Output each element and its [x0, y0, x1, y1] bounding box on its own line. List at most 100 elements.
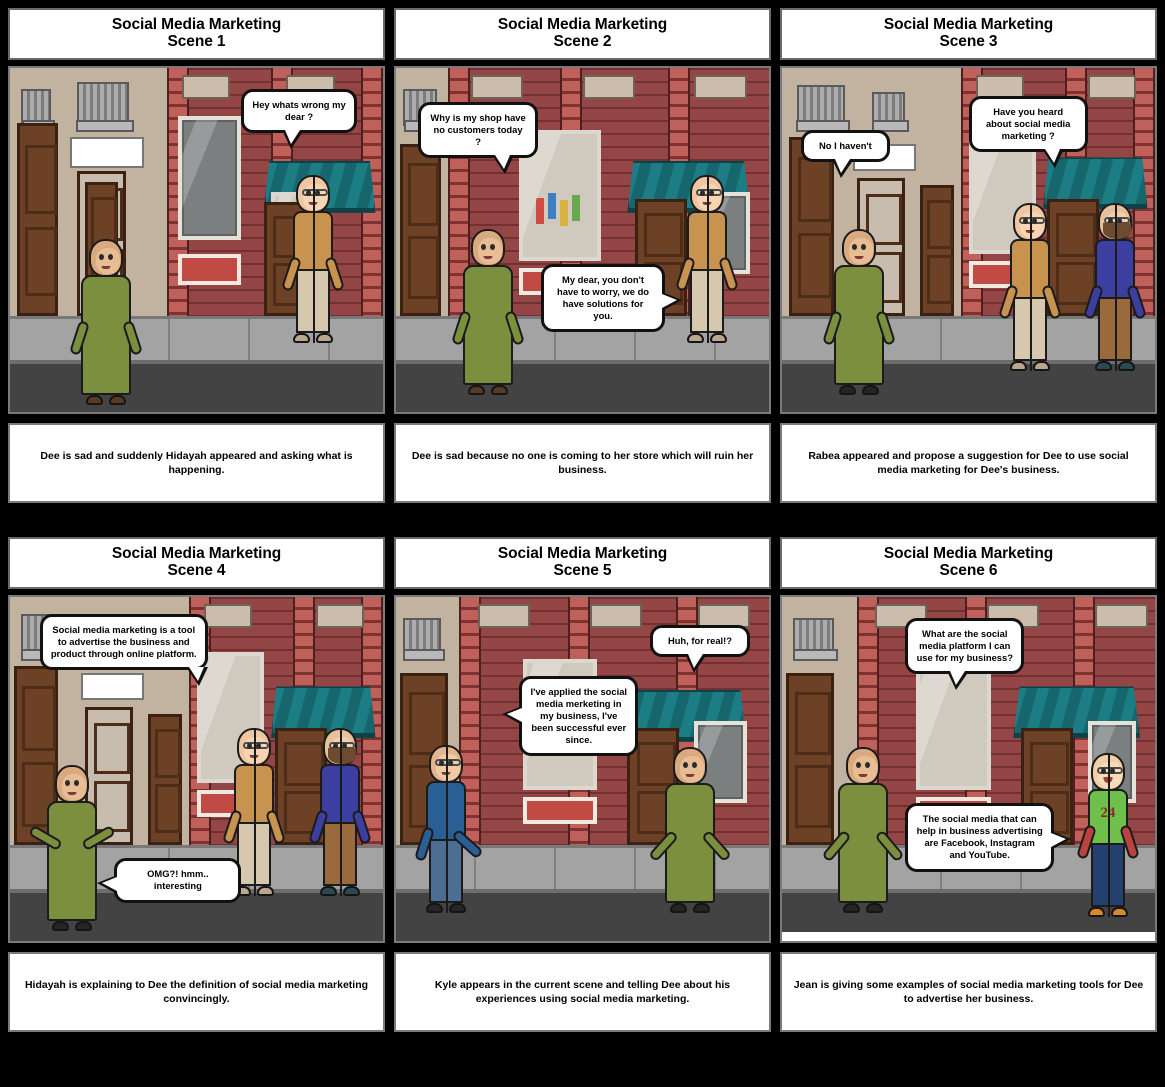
panel-scene-1[interactable]: Social Media Marketing Scene 1 Hey whats…	[8, 8, 385, 503]
bubble-which-platforms: What are the social media platform I can…	[905, 617, 1025, 690]
bubble-hey-whats-wrong: Hey whats wrong my dear ?	[241, 88, 357, 149]
scene-artwork-3[interactable]: No I haven't Have you heard about social…	[780, 66, 1157, 414]
panel-title-scene-6: Social Media Marketing Scene 6	[780, 537, 1157, 589]
caption-text: Kyle appears in the current scene and te…	[434, 978, 731, 1005]
bubble-text: Have you heard about social media market…	[985, 105, 1071, 141]
building-door	[17, 123, 59, 316]
storyboard-row-2: Social Media Marketing Scene 4 Social me…	[8, 537, 1157, 1032]
window-trim	[1087, 74, 1137, 99]
air-conditioner-icon	[792, 617, 839, 662]
building-door	[789, 136, 835, 316]
bubble-omg-interesting: OMG?! hmm.. interesting	[97, 858, 242, 903]
character-jean: 24	[1075, 749, 1140, 917]
window-trim	[203, 603, 253, 628]
caption-scene-6: Jean is giving some examples of social m…	[780, 952, 1157, 1032]
caption-text: Dee is sad and suddenly Hidayah appeared…	[40, 449, 353, 476]
panel-scene-label: Scene 1	[167, 33, 226, 50]
character-dee	[28, 760, 117, 931]
scene-artwork-6[interactable]: 24 What are the social media platform I …	[780, 595, 1157, 943]
caption-text: Jean is giving some examples of social m…	[793, 978, 1144, 1005]
character-dee	[821, 743, 905, 914]
panel-scene-5[interactable]: Social Media Marketing Scene 5 I've appl…	[394, 537, 771, 1032]
window-trim	[470, 74, 523, 99]
window-trim	[694, 74, 747, 99]
panel-scene-label: Scene 2	[553, 33, 612, 50]
panel-scene-6[interactable]: Social Media Marketing Scene 6 What are …	[780, 537, 1157, 1032]
character-rabea	[307, 722, 372, 897]
bubble-dont-worry: My dear, you don't have to worry, we do …	[541, 264, 682, 333]
scene-artwork-1[interactable]: Hey whats wrong my dear ?	[8, 66, 385, 414]
panel-title-scene-3: Social Media Marketing Scene 3	[780, 8, 1157, 60]
window-sill-panel	[522, 796, 598, 825]
panel-title-scene-5: Social Media Marketing Scene 5	[394, 537, 771, 589]
building-door	[148, 713, 182, 845]
character-dee	[822, 224, 897, 395]
window-trim	[181, 74, 231, 99]
air-conditioner-icon	[871, 92, 909, 133]
character-dee	[68, 235, 143, 406]
panel-title-text: Social Media Marketing	[883, 16, 1054, 34]
bubble-tail	[684, 653, 707, 673]
window-trim	[315, 603, 365, 628]
road	[10, 363, 383, 412]
bubble-tail	[1042, 148, 1065, 168]
panel-scene-4[interactable]: Social Media Marketing Scene 4 Social me…	[8, 537, 385, 1032]
caption-text: Dee is sad because no one is coming to h…	[411, 449, 754, 476]
bubble-text: I've applied the social media merketing …	[530, 686, 628, 746]
caption-scene-1: Dee is sad and suddenly Hidayah appeared…	[8, 423, 385, 503]
bubble-heard-about-smm: Have you heard about social media market…	[968, 95, 1088, 168]
bubble-text: Huh, for real!?	[667, 634, 733, 646]
panel-title-scene-1: Social Media Marketing Scene 1	[8, 8, 385, 60]
scene-artwork-2[interactable]: Why is my shop have no customers today ?…	[394, 66, 771, 414]
shop-window	[177, 116, 242, 240]
panel-scene-2[interactable]: Social Media Marketing Scene 2 Why is my…	[394, 8, 771, 503]
bubble-no-i-havent: No I haven't	[800, 129, 891, 178]
character-kyle	[413, 742, 484, 914]
bubble-tail	[185, 667, 208, 687]
bubble-applied-smm: I've applied the social media merketing …	[502, 676, 639, 757]
bubble-tail	[97, 875, 118, 895]
storyboard: Social Media Marketing Scene 1 Hey whats…	[0, 0, 1165, 1087]
window-trim	[582, 74, 635, 99]
air-conditioner-icon	[796, 85, 851, 133]
window-sill-panel	[177, 253, 242, 285]
bubble-text: Social media marketing is a tool to adve…	[50, 624, 197, 660]
bubble-tail	[946, 670, 969, 690]
panel-title-text: Social Media Marketing	[497, 16, 668, 34]
bubble-platform-list: The social media that can help in busine…	[905, 803, 1072, 872]
bubble-tail	[1051, 831, 1072, 851]
panel-title-text: Social Media Marketing	[111, 16, 282, 34]
bubble-text: My dear, you don't have to worry, we do …	[556, 274, 650, 322]
bubble-text: OMG?! hmm.. interesting	[147, 868, 209, 892]
bubble-text: Why is my shop have no customers today ?	[430, 112, 526, 148]
panel-title-text: Social Media Marketing	[111, 545, 282, 563]
character-dee	[647, 743, 732, 914]
road	[396, 363, 769, 412]
panel-title-text: Social Media Marketing	[497, 545, 668, 563]
panel-title-text: Social Media Marketing	[883, 545, 1054, 563]
caption-scene-3: Rabea appeared and propose a suggestion …	[780, 423, 1157, 503]
storyboard-row-1: Social Media Marketing Scene 1 Hey whats…	[8, 8, 1157, 503]
bubble-tail	[661, 291, 682, 311]
caption-scene-2: Dee is sad because no one is coming to h…	[394, 423, 771, 503]
window-trim	[1095, 603, 1148, 628]
panel-scene-label: Scene 3	[939, 33, 998, 50]
scene-artwork-5[interactable]: I've applied the social media merketing …	[394, 595, 771, 943]
air-conditioner-icon	[76, 81, 135, 133]
building-door	[399, 143, 441, 316]
bubble-why-no-customers: Why is my shop have no customers today ?	[418, 102, 538, 175]
character-dee	[451, 224, 526, 395]
bubble-tail	[281, 129, 304, 149]
scene-artwork-4[interactable]: Social media marketing is a tool to adve…	[8, 595, 385, 943]
building-door	[920, 184, 954, 316]
panel-scene-label: Scene 6	[939, 562, 998, 579]
bubble-tail	[492, 155, 515, 175]
character-rabea	[1083, 196, 1148, 371]
shop-sign	[80, 672, 145, 701]
character-hidayah	[674, 171, 739, 344]
air-conditioner-icon	[403, 617, 446, 662]
panel-scene-3[interactable]: Social Media Marketing Scene 3 No I have…	[780, 8, 1157, 503]
building-door	[785, 672, 835, 845]
bubble-huh-for-real: Huh, for real!?	[649, 624, 751, 673]
panel-scene-label: Scene 4	[167, 562, 226, 579]
